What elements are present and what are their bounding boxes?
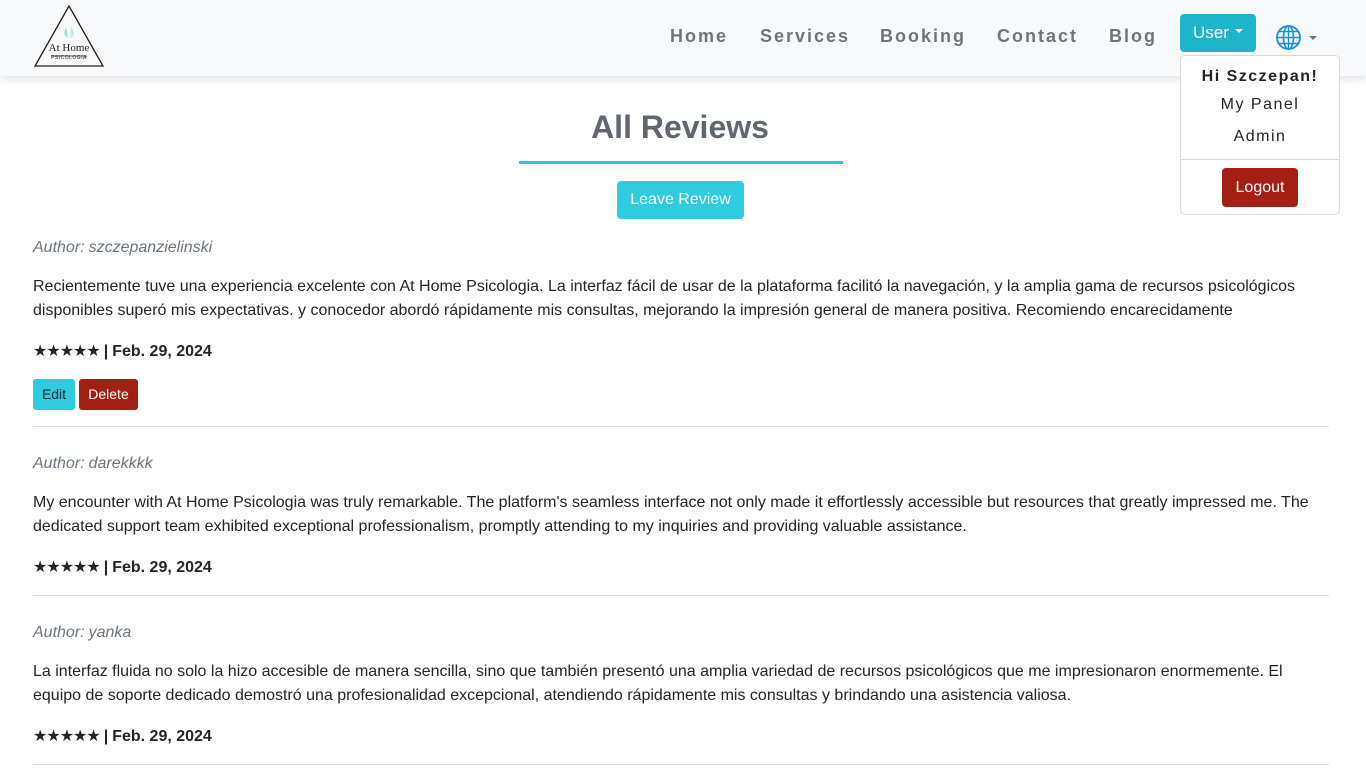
nav-link-contact[interactable]: Contact: [997, 25, 1078, 47]
title-underline: [519, 161, 843, 164]
edit-review-button[interactable]: Edit: [33, 379, 75, 410]
author-label: Author:: [33, 624, 85, 641]
review-divider: [33, 426, 1329, 427]
meta-separator: |: [103, 728, 109, 745]
review-text: My encounter with At Home Psicologia was…: [33, 494, 1309, 535]
review-divider: [33, 595, 1329, 596]
author-label: Author:: [33, 455, 85, 472]
logo-title: At Home: [48, 42, 90, 54]
menu-item-admin[interactable]: Admin: [1181, 128, 1339, 146]
review-author: Author: szczepanzielinski: [33, 238, 212, 258]
user-menu-button[interactable]: User: [1180, 14, 1256, 52]
author-name: darekkkk: [88, 455, 153, 472]
page-title: All Reviews: [591, 109, 769, 145]
author-name: szczepanzielinski: [88, 239, 213, 256]
author-name: yanka: [88, 624, 132, 641]
user-greeting: Hi Szczepan!: [1201, 68, 1319, 85]
review-date: Feb. 29, 2024: [112, 343, 212, 360]
navbar: At Home PSICOLOGIA Home Services Booking…: [0, 0, 1366, 76]
menu-item-my-panel[interactable]: My Panel: [1181, 96, 1339, 114]
rating-stars-icon: ★★★★★: [33, 343, 101, 360]
review-divider: [33, 764, 1329, 765]
nav-link-blog[interactable]: Blog: [1109, 25, 1157, 47]
author-label: Author:: [33, 239, 85, 256]
leave-review-button[interactable]: Leave Review: [617, 181, 744, 219]
review-author: Author: yanka: [33, 623, 131, 643]
user-dropdown-menu: Hi Szczepan! My Panel Admin Logout: [1180, 55, 1340, 215]
rating-stars-icon: ★★★★★: [33, 728, 101, 745]
globe-icon[interactable]: [1275, 24, 1302, 51]
user-menu-label: User: [1193, 23, 1229, 42]
dropdown-divider: [1181, 159, 1339, 160]
review-date: Feb. 29, 2024: [112, 728, 212, 745]
review-text: Recientemente tuve una experiencia excel…: [33, 278, 1296, 319]
rating-stars-icon: ★★★★★: [33, 559, 101, 576]
nav-link-services[interactable]: Services: [760, 25, 850, 47]
nav-link-home[interactable]: Home: [670, 25, 728, 47]
nav-link-booking[interactable]: Booking: [880, 25, 966, 47]
review-meta: ★★★★★ | Feb. 29, 2024: [33, 558, 212, 578]
delete-review-button[interactable]: Delete: [79, 379, 138, 410]
logo-subtitle: PSICOLOGIA: [51, 55, 87, 61]
review-text: La interfaz fluida no solo la hizo acces…: [33, 663, 1283, 704]
meta-separator: |: [103, 559, 109, 576]
meta-separator: |: [103, 343, 109, 360]
review-date: Feb. 29, 2024: [112, 559, 212, 576]
language-chevron-down-icon[interactable]: [1309, 36, 1317, 40]
review-author: Author: darekkkk: [33, 454, 153, 474]
chevron-down-icon: [1234, 28, 1243, 33]
logout-button[interactable]: Logout: [1222, 168, 1298, 207]
logo[interactable]: At Home PSICOLOGIA: [33, 4, 105, 68]
review-meta: ★★★★★ | Feb. 29, 2024: [33, 727, 212, 747]
review-meta: ★★★★★ | Feb. 29, 2024: [33, 342, 212, 362]
